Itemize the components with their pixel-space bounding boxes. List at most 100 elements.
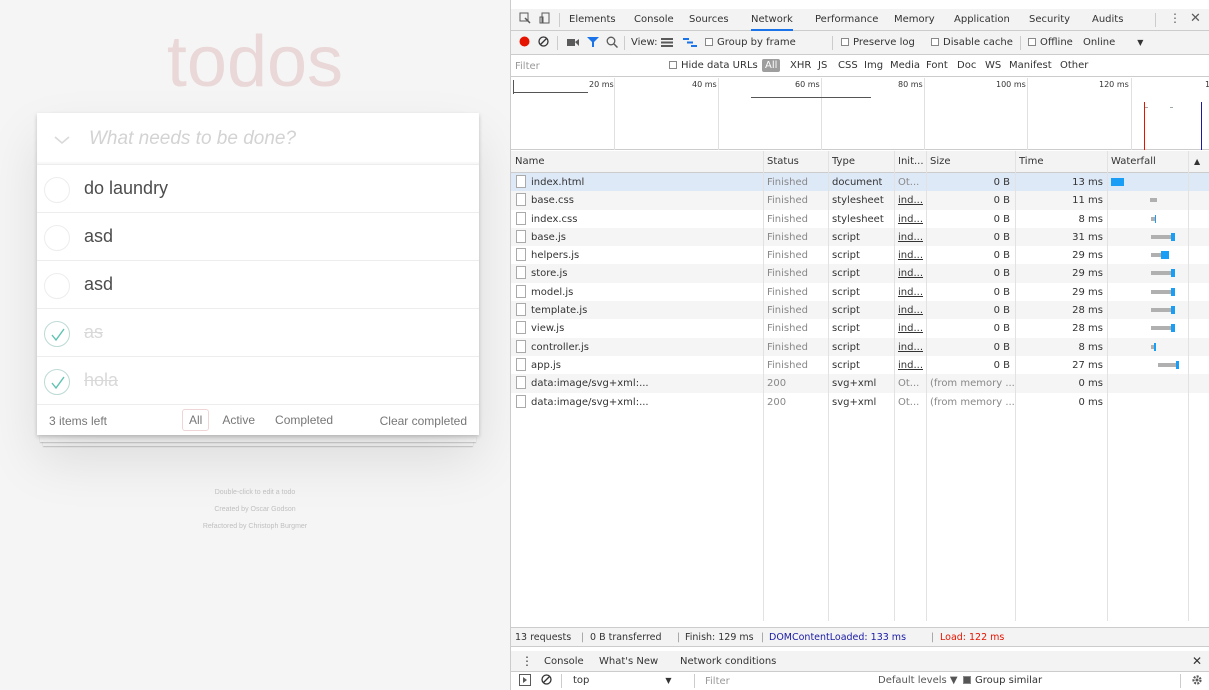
table-row[interactable]: model.js Finished script ind... 0 B 29 ms: [511, 283, 1209, 301]
todo-item[interactable]: asd: [37, 213, 479, 261]
capture-screenshots-icon[interactable]: [567, 37, 579, 50]
todo-item[interactable]: do laundry: [37, 165, 479, 213]
table-row[interactable]: data:image/svg+xml:... 200 svg+xml Ot... (fr…: [511, 374, 1209, 393]
table-row[interactable]: app.js Finished script ind... 0 B 27 ms: [511, 356, 1209, 374]
type-filter-all[interactable]: All: [762, 59, 781, 72]
table-row[interactable]: base.css Finished stylesheet ind... 0 B 11 ms: [511, 191, 1209, 210]
search-icon[interactable]: [606, 36, 619, 51]
type-filter-xhr[interactable]: XHR: [790, 60, 811, 71]
column-header-type[interactable]: Type: [832, 156, 855, 167]
todo-item-completed[interactable]: hola: [37, 357, 479, 405]
type-filter-js[interactable]: JS: [818, 60, 827, 71]
todo-toggle-checkbox[interactable]: [44, 273, 70, 299]
clear-icon[interactable]: [538, 36, 549, 50]
request-size: 0 B: [993, 359, 1010, 371]
more-vertical-icon[interactable]: ⋮: [1169, 11, 1181, 25]
column-header-status[interactable]: Status: [767, 156, 799, 167]
clear-completed-button[interactable]: Clear completed: [380, 414, 467, 428]
todo-toggle-checked-icon[interactable]: [44, 321, 70, 347]
table-row[interactable]: base.js Finished script ind... 0 B 31 ms: [511, 227, 1209, 247]
clear-console-icon[interactable]: [541, 674, 552, 688]
type-filter-css[interactable]: CSS: [838, 60, 858, 71]
column-header-waterfall[interactable]: Waterfall: [1111, 156, 1156, 167]
tab-memory[interactable]: Memory: [894, 14, 935, 25]
throttling-select[interactable]: Online ▼: [1083, 37, 1143, 48]
inspect-element-icon[interactable]: [519, 12, 531, 27]
offline-checkbox[interactable]: Offline: [1028, 37, 1073, 48]
network-filter-input[interactable]: [515, 58, 665, 74]
gear-icon[interactable]: [1191, 674, 1203, 689]
type-filter-media[interactable]: Media: [890, 60, 920, 71]
type-filter-manifest[interactable]: Manifest: [1009, 60, 1052, 71]
table-row[interactable]: index.html Finished document Ot... 0 B 13 ms: [511, 173, 1209, 192]
group-similar-checkbox[interactable]: Group similar: [963, 675, 1042, 686]
request-status: 200: [767, 396, 787, 408]
request-type: script: [832, 323, 860, 335]
sort-ascending-icon[interactable]: ▲: [1194, 157, 1200, 166]
type-filter-doc[interactable]: Doc: [957, 60, 976, 71]
console-filter-input[interactable]: [705, 673, 845, 689]
todo-toggle-checkbox[interactable]: [44, 177, 70, 203]
request-name: index.html: [531, 177, 585, 188]
tab-sources[interactable]: Sources: [689, 14, 729, 25]
network-filter-bar: Hide data URLs All XHR JS CSS Img Media …: [511, 55, 1209, 77]
waterfall-overview-icon[interactable]: [683, 38, 697, 50]
request-type: stylesheet: [832, 213, 884, 225]
toggle-all-chevron-icon[interactable]: [53, 131, 77, 147]
timeline-gridline: [1131, 78, 1132, 150]
tab-performance[interactable]: Performance: [815, 14, 878, 25]
device-toolbar-icon[interactable]: [539, 12, 551, 27]
preserve-log-checkbox[interactable]: Preserve log: [841, 37, 915, 48]
table-row[interactable]: store.js Finished script ind... 0 B 29 ms: [511, 264, 1209, 283]
todo-item[interactable]: asd: [37, 261, 479, 309]
tab-console[interactable]: Console: [634, 14, 674, 25]
type-filter-font[interactable]: Font: [926, 60, 948, 71]
todo-item-completed[interactable]: as: [37, 309, 479, 357]
table-row[interactable]: controller.js Finished script ind... 0 B 8 ms: [511, 337, 1209, 356]
separator: [1155, 13, 1156, 27]
console-sidebar-icon[interactable]: [519, 674, 531, 689]
new-todo-input[interactable]: [89, 123, 469, 155]
todo-toggle-checked-icon[interactable]: [44, 369, 70, 395]
table-row[interactable]: data:image/svg+xml:... 200 svg+xml Ot... (fr…: [511, 393, 1209, 411]
network-overview-timeline[interactable]: 20 ms 40 ms 60 ms 80 ms 100 ms 120 ms 1: [511, 78, 1209, 150]
log-levels-select[interactable]: Default levels ▼: [878, 675, 958, 686]
record-icon[interactable]: [519, 36, 530, 50]
filter-all[interactable]: All: [182, 409, 210, 431]
close-icon[interactable]: ✕: [1190, 11, 1201, 26]
tab-application[interactable]: Application: [954, 14, 1010, 25]
drawer-more-icon[interactable]: ⋮: [521, 654, 533, 668]
column-header-name[interactable]: Name: [515, 156, 545, 167]
filter-active[interactable]: Active: [215, 409, 262, 431]
type-filter-ws[interactable]: WS: [985, 60, 1001, 71]
filter-icon[interactable]: [587, 36, 599, 51]
drawer-close-icon[interactable]: ✕: [1192, 654, 1202, 668]
todo-toggle-checkbox[interactable]: [44, 225, 70, 251]
column-header-size[interactable]: Size: [930, 156, 951, 167]
table-row[interactable]: helpers.js Finished script ind... 0 B 29 ms: [511, 246, 1209, 264]
drawer-tab-console[interactable]: Console: [544, 656, 584, 667]
table-row[interactable]: index.css Finished stylesheet ind... 0 B 8 ms: [511, 210, 1209, 228]
tab-elements[interactable]: Elements: [569, 14, 616, 25]
waterfall-wait-bar: [1151, 326, 1171, 331]
column-header-initiator[interactable]: Init...: [898, 156, 924, 167]
disable-cache-checkbox[interactable]: Disable cache: [931, 37, 1013, 48]
tab-network[interactable]: Network: [751, 14, 793, 31]
large-rows-icon[interactable]: [661, 38, 673, 50]
type-filter-img[interactable]: Img: [864, 60, 883, 71]
console-context-select[interactable]: top ▼: [573, 675, 672, 686]
group-by-frame-checkbox[interactable]: Group by frame: [705, 37, 796, 48]
table-row[interactable]: template.js Finished script ind... 0 B 28 ms: [511, 301, 1209, 320]
drawer-tab-network-conditions[interactable]: Network conditions: [680, 656, 776, 667]
filter-completed[interactable]: Completed: [268, 409, 340, 431]
hide-data-urls-checkbox[interactable]: Hide data URLs: [669, 60, 758, 71]
tab-security[interactable]: Security: [1029, 14, 1070, 25]
request-rows: index.html Finished document Ot... 0 B 13 ms b…: [511, 173, 1209, 411]
table-row[interactable]: view.js Finished script ind... 0 B 28 ms: [511, 319, 1209, 337]
drawer-tab-whats-new[interactable]: What's New: [599, 656, 658, 667]
column-divider: [1188, 151, 1189, 621]
tab-audits[interactable]: Audits: [1092, 14, 1123, 25]
request-size: 0 B: [993, 323, 1010, 335]
column-header-time[interactable]: Time: [1019, 156, 1043, 167]
type-filter-other[interactable]: Other: [1060, 60, 1088, 71]
